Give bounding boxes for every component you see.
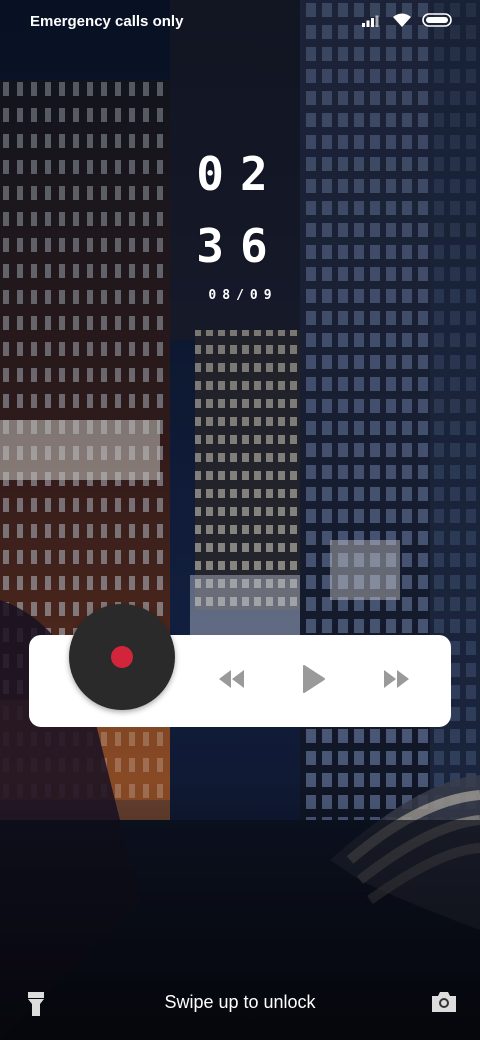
next-icon <box>383 669 409 693</box>
previous-button[interactable] <box>214 664 250 698</box>
play-icon <box>302 664 326 698</box>
lockscreen-clock: 02 36 08/09 <box>190 148 290 303</box>
next-button[interactable] <box>378 664 414 698</box>
carrier-status-text: Emergency calls only <box>30 13 184 30</box>
vinyl-disc-icon[interactable] <box>69 604 175 710</box>
battery-icon <box>422 13 454 32</box>
status-bar: Emergency calls only <box>0 0 480 44</box>
disc-center-dot <box>111 646 133 668</box>
camera-button[interactable] <box>430 990 458 1018</box>
play-button[interactable] <box>296 664 332 698</box>
signal-icon <box>362 13 382 32</box>
wifi-icon <box>392 12 412 33</box>
clock-date: 08/09 <box>208 288 278 303</box>
swipe-unlock-hint: Swipe up to unlock <box>164 992 316 1012</box>
status-icons <box>362 12 454 33</box>
clock-minutes: 36 <box>196 219 284 273</box>
camera-icon <box>430 992 458 1018</box>
clock-hours: 02 <box>196 147 284 201</box>
previous-icon <box>219 669 245 693</box>
